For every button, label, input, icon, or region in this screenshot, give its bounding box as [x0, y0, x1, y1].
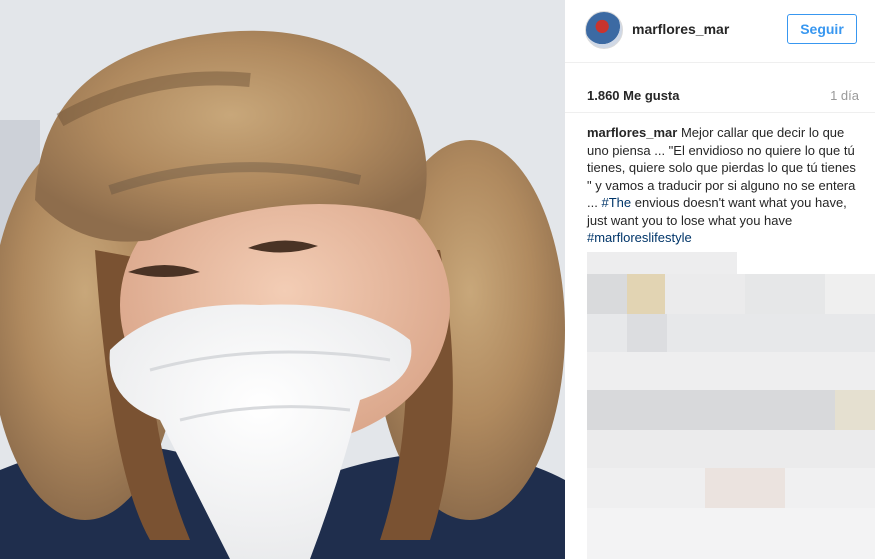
blurred-comments — [587, 252, 875, 559]
instagram-post: marflores_mar Seguir 1.860 Me gusta 1 dí… — [0, 0, 875, 559]
post-header: marflores_mar Seguir — [565, 0, 875, 63]
hashtag-link[interactable]: #The — [601, 195, 631, 210]
blur-block — [825, 274, 875, 314]
post-side-panel: marflores_mar Seguir 1.860 Me gusta 1 dí… — [565, 0, 875, 559]
blur-block — [627, 314, 667, 352]
blur-block — [587, 508, 875, 559]
likes-count[interactable]: 1.860 Me gusta — [587, 88, 680, 103]
blur-block — [745, 274, 825, 314]
blur-block — [705, 468, 785, 508]
caption-username[interactable]: marflores_mar — [587, 125, 677, 140]
avatar[interactable] — [585, 11, 623, 49]
blur-block — [627, 274, 665, 314]
post-time[interactable]: 1 día — [830, 88, 859, 103]
hashtag-link[interactable]: #marfloreslifestyle — [587, 230, 692, 245]
header-username[interactable]: marflores_mar — [632, 21, 729, 37]
divider — [565, 112, 875, 113]
blur-block — [587, 252, 737, 274]
blur-block — [835, 390, 875, 430]
woman-in-fur-hat-photo — [0, 0, 565, 559]
follow-button[interactable]: Seguir — [787, 14, 857, 44]
blur-block — [665, 274, 745, 314]
post-caption: marflores_mar Mejor callar que decir lo … — [587, 124, 863, 247]
blur-block — [587, 352, 875, 390]
post-photo[interactable] — [0, 0, 565, 559]
blur-block — [587, 468, 705, 508]
blur-block — [587, 390, 835, 430]
blur-block — [587, 430, 875, 468]
blur-block — [587, 274, 627, 314]
blur-block — [785, 468, 875, 508]
